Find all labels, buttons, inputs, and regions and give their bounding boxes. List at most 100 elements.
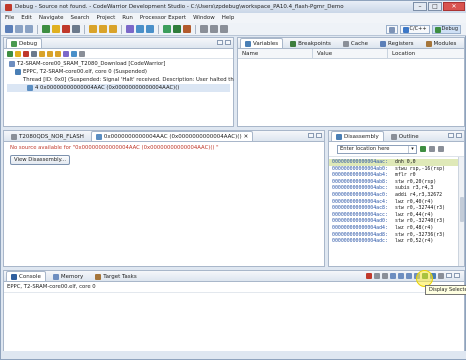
open-perspective-button[interactable] bbox=[385, 25, 398, 34]
word-wrap-icon[interactable] bbox=[398, 273, 404, 279]
tab-source-not-found[interactable]: 0x0000000000004AAC (0x0000000000004AAC)(… bbox=[90, 131, 254, 141]
tab-debug[interactable]: Debug bbox=[6, 38, 43, 48]
disassembly-row[interactable]: 000000000000004ab4: mflr r0 bbox=[329, 172, 464, 179]
location-input[interactable]: Enter location here ▾ bbox=[337, 144, 417, 154]
step-into-icon[interactable] bbox=[39, 50, 45, 57]
tree-item-thread[interactable]: Thread [ID: 0x0] (Suspended: Signal 'Hal… bbox=[7, 76, 234, 84]
terminate-icon[interactable] bbox=[366, 273, 372, 279]
step-return-icon[interactable] bbox=[55, 50, 61, 57]
print-icon[interactable] bbox=[25, 25, 33, 33]
disassembly-row[interactable]: 000000000000004aac: dnh 0,0 bbox=[329, 159, 464, 166]
menu-project[interactable]: Project bbox=[96, 15, 115, 21]
maximize-view-button[interactable] bbox=[316, 133, 322, 138]
remove-launch-icon[interactable] bbox=[374, 273, 380, 279]
step-over-icon[interactable] bbox=[99, 25, 107, 33]
clear-console-icon[interactable] bbox=[382, 273, 388, 279]
disconnect-icon[interactable] bbox=[31, 50, 37, 57]
maximize-view-button[interactable] bbox=[225, 40, 231, 45]
disassembly-row[interactable]: 000000000000004acc: lwz r0,44(r4) bbox=[329, 212, 464, 219]
menu-search[interactable]: Search bbox=[71, 15, 90, 21]
reset-icon[interactable] bbox=[71, 50, 77, 57]
debug-launch-icon[interactable] bbox=[163, 25, 171, 33]
tab-disassembly[interactable]: Disassembly bbox=[331, 131, 384, 141]
maximize-view-button[interactable] bbox=[456, 133, 462, 138]
search-icon[interactable] bbox=[200, 25, 208, 33]
disassembly-row[interactable]: 000000000000004ab0: stwu rsp,-16(rsp) bbox=[329, 166, 464, 173]
disassembly-row[interactable]: 000000000000004ad4: lwz r0,48(r4) bbox=[329, 225, 464, 232]
tab-breakpoints[interactable]: Breakpoints bbox=[285, 38, 336, 48]
minimize-view-button[interactable] bbox=[217, 40, 223, 45]
go-icon[interactable] bbox=[420, 146, 426, 152]
resume-icon[interactable] bbox=[7, 50, 13, 57]
instruction-step-icon[interactable] bbox=[126, 25, 134, 33]
tab-target-tasks[interactable]: Target Tasks bbox=[90, 271, 142, 281]
disassembly-row[interactable]: 000000000000004ac4: lwz r0,40(r4) bbox=[329, 199, 464, 206]
scroll-lock-icon[interactable] bbox=[390, 273, 396, 279]
menu-navigate[interactable]: Navigate bbox=[39, 15, 64, 21]
menu-help[interactable]: Help bbox=[222, 15, 235, 21]
resume-icon[interactable] bbox=[42, 25, 50, 33]
disassembly-row[interactable]: 000000000000004ad8: stw r0,-32736(r3) bbox=[329, 232, 464, 239]
disassembly-row[interactable]: 000000000000004ac0: addi r4,r3,32672 bbox=[329, 192, 464, 199]
link-icon[interactable] bbox=[429, 146, 435, 152]
step-over-icon[interactable] bbox=[47, 50, 53, 57]
run-launch-icon[interactable] bbox=[173, 25, 181, 33]
disassembly-row[interactable]: 000000000000004ab8: stw r0,20(rsp) bbox=[329, 179, 464, 186]
chevron-down-icon[interactable]: ▾ bbox=[408, 145, 416, 153]
suspend-icon[interactable] bbox=[15, 50, 21, 57]
instruction-step-icon[interactable] bbox=[63, 50, 69, 57]
menu-run[interactable]: Run bbox=[122, 15, 133, 21]
menu-processor-expert[interactable]: Processor Expert bbox=[140, 15, 186, 21]
scrollbar-thumb[interactable] bbox=[460, 197, 464, 222]
tree-item-frame[interactable]: 4 0x00000000000004AAC (0x00000000000004A… bbox=[7, 84, 230, 92]
column-name[interactable]: Name bbox=[238, 49, 313, 58]
forward-icon[interactable] bbox=[220, 25, 228, 33]
menu-file[interactable]: File bbox=[5, 15, 14, 21]
disassembly-row[interactable]: 000000000000004ac8: stw r0,-32744(r3) bbox=[329, 205, 464, 212]
minimize-button[interactable]: – bbox=[413, 2, 427, 11]
step-into-icon[interactable] bbox=[89, 25, 97, 33]
disassembly-row[interactable]: 000000000000004abc: subis r3,r4,3 bbox=[329, 185, 464, 192]
tree-item-launch[interactable]: T2-SRAM-core00_SRAM_T2080_Download [Code… bbox=[7, 60, 230, 68]
tree-item-core[interactable]: EPPC, T2-SRAM-core00.elf, core 0 (Suspen… bbox=[7, 68, 230, 76]
open-console-icon[interactable] bbox=[438, 273, 444, 279]
disassembly-row[interactable]: 000000000000004adc: lwz r0,52(r4) bbox=[329, 238, 464, 245]
disconnect-icon[interactable] bbox=[72, 25, 80, 33]
step-return-icon[interactable] bbox=[109, 25, 117, 33]
terminate-icon[interactable] bbox=[23, 50, 29, 57]
tab-memory[interactable]: Memory bbox=[48, 271, 88, 281]
tab-registers[interactable]: Registers bbox=[375, 38, 419, 48]
perspective-debug[interactable]: Debug bbox=[431, 25, 461, 34]
menu-edit[interactable]: Edit bbox=[21, 15, 32, 21]
show-on-output-icon[interactable] bbox=[406, 273, 412, 279]
perspective-cc[interactable]: C/C++ bbox=[399, 25, 430, 34]
suspend-icon[interactable] bbox=[52, 25, 60, 33]
save-icon[interactable] bbox=[15, 25, 23, 33]
reset-icon[interactable] bbox=[136, 25, 144, 33]
tab-variables[interactable]: Variables bbox=[240, 38, 284, 48]
tab-nor-flash[interactable]: T2080QDS_NOR_FLASH bbox=[6, 131, 89, 141]
menu-window[interactable]: Window bbox=[193, 15, 215, 21]
tab-modules[interactable]: Modules bbox=[421, 38, 462, 48]
restart-icon[interactable] bbox=[146, 25, 154, 33]
minimize-view-button[interactable] bbox=[446, 273, 452, 278]
disassembly-row[interactable]: 000000000000004ad0: stw r0,-32740(r3) bbox=[329, 218, 464, 225]
maximize-button[interactable]: □ bbox=[428, 2, 442, 11]
close-tab-icon[interactable]: ✕ bbox=[244, 134, 249, 140]
column-location[interactable]: Location bbox=[388, 49, 464, 58]
disassembly-scrollbar[interactable] bbox=[458, 157, 464, 266]
view-disassembly-button[interactable]: View Disassembly... bbox=[10, 155, 71, 165]
external-tools-icon[interactable] bbox=[183, 25, 191, 33]
maximize-view-button[interactable] bbox=[454, 273, 460, 278]
tab-console[interactable]: Console bbox=[6, 271, 46, 281]
terminate-icon[interactable] bbox=[62, 25, 70, 33]
tab-outline[interactable]: Outline bbox=[386, 131, 424, 141]
new-icon[interactable] bbox=[5, 25, 13, 33]
minimize-view-button[interactable] bbox=[308, 133, 314, 138]
view-menu-icon[interactable] bbox=[79, 50, 85, 57]
column-value[interactable]: Value bbox=[313, 49, 388, 58]
minimize-view-button[interactable] bbox=[448, 133, 454, 138]
tab-cache[interactable]: Cache bbox=[338, 38, 373, 48]
view-menu-icon[interactable] bbox=[438, 146, 444, 152]
back-icon[interactable] bbox=[210, 25, 218, 33]
